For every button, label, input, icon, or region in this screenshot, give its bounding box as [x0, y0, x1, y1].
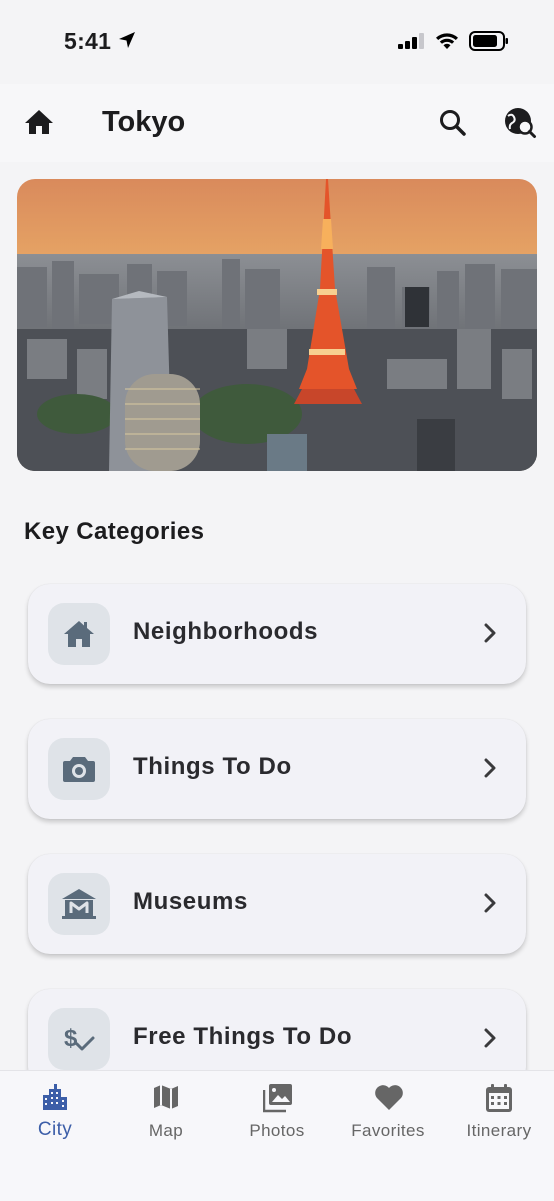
museum-icon [62, 889, 96, 919]
category-label: Neighborhoods [133, 618, 319, 645]
category-icon-tile [48, 738, 110, 800]
tab-label: Favorites [351, 1121, 425, 1140]
heart-icon [375, 1085, 403, 1110]
svg-text:$: $ [64, 1025, 78, 1052]
tab-label: Photos [249, 1121, 305, 1140]
camera-icon [63, 757, 95, 782]
home-icon[interactable] [24, 108, 54, 136]
house-icon [64, 621, 94, 647]
tab-label: Map [148, 1121, 184, 1140]
wifi-icon [436, 33, 458, 49]
category-card-museums[interactable]: Museums [28, 854, 526, 954]
chevron-right-icon [484, 1028, 496, 1048]
city-hero-image [17, 179, 537, 471]
photos-icon [263, 1084, 292, 1113]
tokyo-skyline-illustration [17, 179, 537, 471]
tab-label: Itinerary [466, 1121, 532, 1140]
map-icon [154, 1085, 178, 1109]
section-title: Key Categories [24, 518, 205, 545]
category-icon-tile [48, 603, 110, 665]
category-label: Things To Do [133, 753, 292, 780]
tab-label: City [37, 1119, 73, 1140]
status-time: 5:41 [64, 28, 112, 54]
app-header: Tokyo [0, 84, 554, 162]
category-icon-tile [48, 873, 110, 935]
city-icon [43, 1084, 67, 1110]
cellular-signal-icon [398, 33, 424, 49]
chevron-right-icon [484, 623, 496, 643]
search-icon[interactable] [438, 108, 468, 138]
dollar-check-icon: $ [64, 1025, 95, 1052]
category-label: Free Things To Do [133, 1023, 353, 1050]
category-card-things-to-do[interactable]: Things To Do [28, 719, 526, 819]
category-icon-tile: $ [48, 1008, 110, 1070]
status-bar: 5:41 [0, 0, 554, 84]
globe-search-icon[interactable] [503, 106, 537, 140]
category-label: Museums [133, 888, 248, 915]
category-card-neighborhoods[interactable]: Neighborhoods [28, 584, 526, 684]
calendar-icon [486, 1084, 512, 1112]
chevron-right-icon [484, 758, 496, 778]
bottom-tab-bar: City Map Photos Favorites Itinerary [0, 1070, 554, 1201]
chevron-right-icon [484, 893, 496, 913]
battery-icon [469, 31, 508, 51]
location-arrow-icon [119, 32, 135, 48]
page-title: Tokyo [102, 106, 186, 138]
